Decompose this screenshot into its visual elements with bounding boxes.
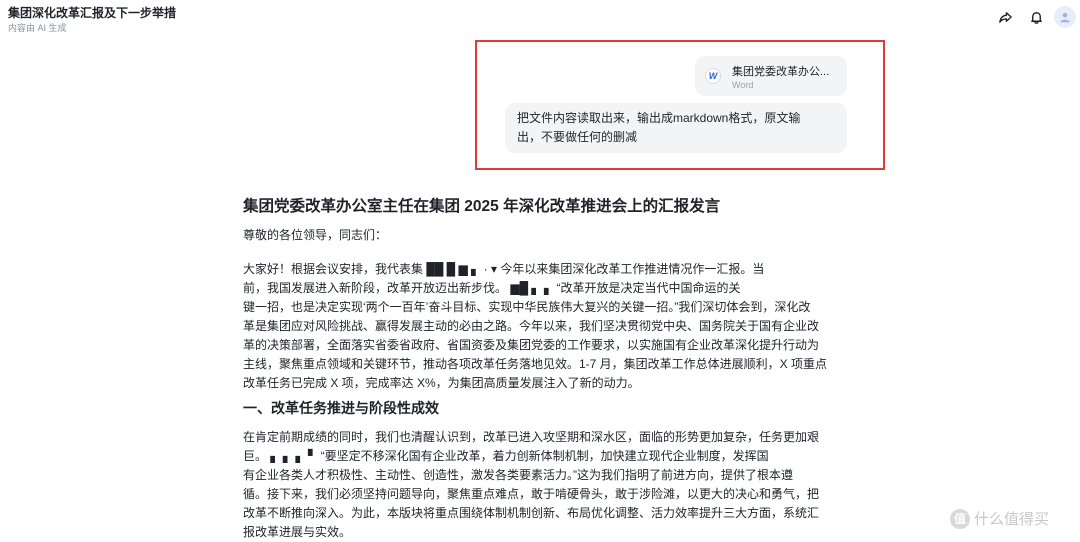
paragraph-line: 改革不断推向深入。为此，本版块将重点围绕体制机制创新、布局优化调整、活力效率提升…: [243, 506, 820, 520]
paragraph-line: 主线，聚焦重点领域和关键环节，推动各项改革任务落地见效。1-7 月，集团改革工作…: [243, 357, 828, 371]
user-message-bubble: 把文件内容读取出来，输出成markdown格式，原文输 出，不要做任何的删减: [505, 103, 847, 153]
paragraph-line: 巨。 ▖ ▖ ▖ ▘ “要坚定不移深化国有企业改革，着力创新体制机制，加快建立现…: [243, 449, 769, 463]
file-name: 集团党委改革办公...: [732, 66, 830, 78]
greeting-line: 尊敬的各位领导，同志们：: [243, 228, 388, 242]
user-icon: [1060, 12, 1070, 23]
paragraph-line: 键一招，也是决定实现‘两个一百年’奋斗目标、实现中华民族伟大复兴的关键一招。”我…: [243, 300, 811, 314]
greeting: 尊敬的各位领导，同志们：: [243, 226, 853, 245]
message-line: 出，不要做任何的删减: [517, 130, 638, 144]
file-type: Word: [732, 80, 754, 90]
watermark-text: 什么值得买: [974, 511, 1050, 528]
paragraph-line: 在肯定前期成绩的同时，我们也清醒认识到，改革已进入攻坚期和深水区，面临的形势更加…: [243, 430, 820, 444]
paragraph-intro: 大家好！根据会议安排，我代表集 ██ █ ▆ ▖ · ▾ 今年以来集团深化改革工…: [243, 260, 853, 393]
section-heading: 一、改革任务推进与阶段性成效: [243, 400, 439, 416]
watermark-logo: 值: [950, 508, 970, 529]
paragraph-line: 前，我国发展进入新阶段，改革开放迈出新步伐。 ▆█ ▖ ▖ “改革开放是决定当代…: [243, 281, 741, 295]
paragraph-line: 报改革进展与实效。: [243, 525, 352, 539]
page-title: 集团深化改革汇报及下一步举措: [8, 6, 177, 20]
word-file-icon: W: [705, 68, 721, 84]
paragraph-line: 革的决策部署，全面落实省委省政府、省国资委及集团党委的工作要求，以实施国有企业改…: [243, 338, 820, 352]
ai-generated-note: 内容由 AI 生成: [8, 23, 67, 33]
top-bar: 集团深化改革汇报及下一步举措 内容由 AI 生成: [0, 0, 1080, 40]
document-title: 集团党委改革办公室主任在集团 2025 年深化改革推进会上的汇报发言: [243, 198, 721, 215]
paragraph-section1: 在肯定前期成绩的同时，我们也清醒认识到，改革已进入攻坚期和深水区，面临的形势更加…: [243, 428, 853, 542]
paragraph-line: 革是集团应对风险挑战、赢得发展主动的必由之路。今年以来，我们坚决贯彻党中央、国务…: [243, 319, 820, 333]
paragraph-line: 改革任务已完成 X 项，完成率达 X%，为集团高质量发展注入了新的动力。: [243, 376, 640, 390]
message-line: 把文件内容读取出来，输出成markdown格式，原文输: [517, 111, 801, 125]
user-avatar[interactable]: [1054, 6, 1076, 28]
attached-file-card[interactable]: W 集团党委改革办公... Word: [695, 56, 847, 96]
watermark: 值 什么值得买: [950, 508, 1049, 529]
paragraph-line: 大家好！根据会议安排，我代表集 ██ █ ▆ ▖ · ▾ 今年以来集团深化改革工…: [243, 262, 765, 276]
share-icon[interactable]: [996, 8, 1014, 26]
paragraph-line: 循。接下来，我们必须坚持问题导向，聚焦重点难点，敢于啃硬骨头，敢于涉险滩，以更大…: [243, 487, 820, 501]
bell-icon[interactable]: [1027, 8, 1045, 26]
paragraph-line: 有企业各类人才积极性、主动性、创造性，激发各类要素活力。”这为我们指明了前进方向…: [243, 468, 794, 482]
